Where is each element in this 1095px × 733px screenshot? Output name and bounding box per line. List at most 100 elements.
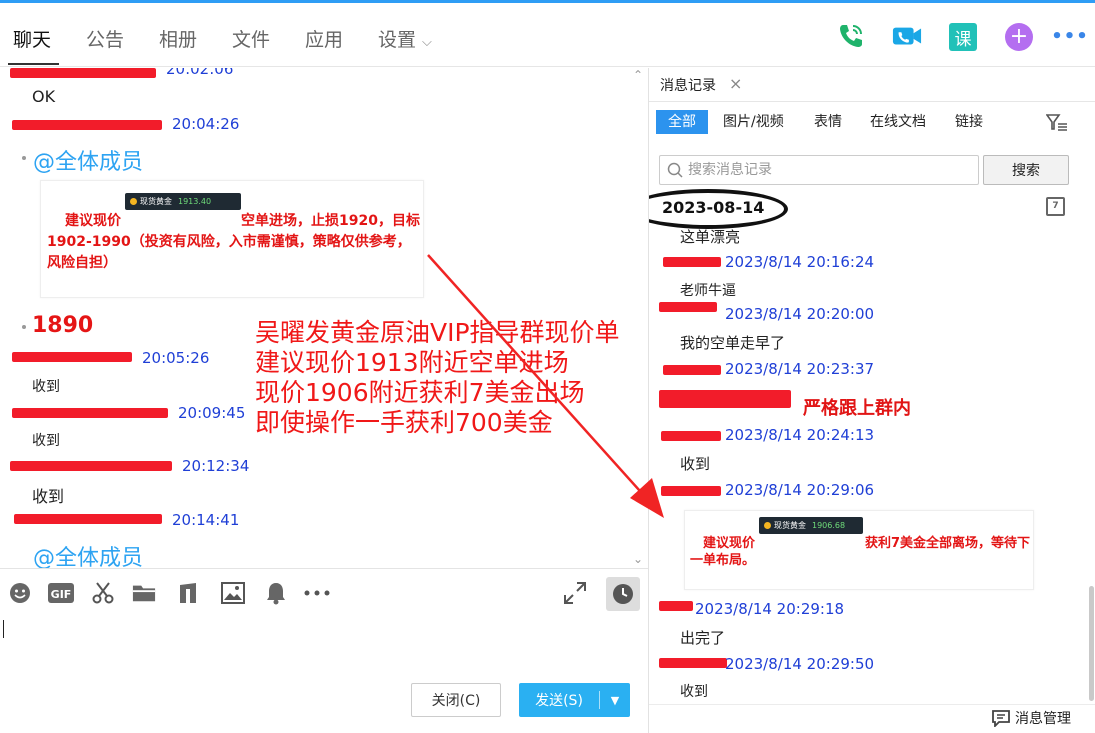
tab-settings[interactable]: 设置 ⌵ xyxy=(378,25,432,52)
history-message: 收到 xyxy=(680,455,711,473)
history-time: 2023/8/14 20:29:06 xyxy=(725,481,875,499)
close-icon[interactable]: × xyxy=(729,74,742,93)
close-button[interactable]: 关闭(C) xyxy=(411,683,501,717)
clock-icon[interactable] xyxy=(606,577,640,611)
bell-icon[interactable] xyxy=(264,581,288,605)
search-button[interactable]: 搜索 xyxy=(983,155,1069,185)
music-icon[interactable] xyxy=(176,581,200,605)
message-bullet xyxy=(22,325,26,329)
tab-files[interactable]: 文件 xyxy=(232,25,270,52)
emoji-icon[interactable] xyxy=(8,581,32,605)
redacted-sender xyxy=(659,390,791,408)
redacted-sender xyxy=(661,486,721,496)
redacted-sender xyxy=(659,658,727,668)
history-search xyxy=(659,155,979,185)
mention-all[interactable]: @全体成员 xyxy=(33,144,143,176)
calendar-icon[interactable]: 7 xyxy=(1046,197,1065,216)
course-icon[interactable]: 课 xyxy=(949,23,977,51)
chevron-down-icon: ⌵ xyxy=(422,35,432,50)
history-message: 收到 xyxy=(680,684,708,700)
message-manage-label: 消息管理 xyxy=(1015,711,1071,727)
card-line: 1902-1990（投资有风险，入市需谨慎，策略仅供参考， xyxy=(47,234,411,250)
gif-icon[interactable]: GIF xyxy=(48,581,74,605)
overlay-line: 建议现价1913附近空单进场 xyxy=(255,348,569,377)
search-icon xyxy=(667,162,683,178)
mention-all[interactable]: @全体成员 xyxy=(33,540,143,568)
message-time: 20:12:34 xyxy=(182,457,250,475)
history-scrollbar[interactable] xyxy=(1089,586,1094,701)
message-text: 收到 xyxy=(32,379,60,395)
tab-chat[interactable]: 聊天 xyxy=(13,25,51,52)
card-line: 风险自担） xyxy=(47,255,117,271)
collapse-up-icon[interactable]: ⌃ xyxy=(633,68,643,82)
message-manage-icon xyxy=(992,710,1010,727)
message-time: 20:04:26 xyxy=(172,115,240,133)
ticker-value: 1913.40 xyxy=(178,197,212,206)
card-line: 获利7美金全部离场，等待下 xyxy=(865,536,1031,551)
send-options-icon[interactable]: ▼ xyxy=(600,694,630,707)
history-message: 老师牛逼 xyxy=(680,283,736,299)
redacted-sender xyxy=(10,68,156,78)
message-time: 20:14:41 xyxy=(172,511,240,529)
message-bullet xyxy=(22,156,26,160)
gif-label: GIF xyxy=(51,588,72,601)
video-call-icon[interactable] xyxy=(892,21,922,51)
redacted-sender xyxy=(663,365,721,375)
folder-icon[interactable] xyxy=(132,581,156,605)
message-time: 20:02:06 xyxy=(166,68,234,78)
redacted-sender xyxy=(12,408,168,418)
history-time: 2023/8/14 20:16:24 xyxy=(725,253,875,271)
ticker-name: 现货黄金 xyxy=(774,521,806,530)
history-time: 2023/8/14 20:29:50 xyxy=(725,655,875,673)
history-time: 2023/8/14 20:23:37 xyxy=(725,360,875,378)
message-text: 收到 xyxy=(32,433,60,449)
filter-icon[interactable] xyxy=(1045,112,1068,134)
top-nav: 聊天 公告 相册 文件 应用 设置 ⌵ 课 + ••• xyxy=(0,3,1095,67)
composer-toolbar: GIF xyxy=(0,568,648,616)
tab-apps[interactable]: 应用 xyxy=(305,25,343,52)
expand-icon[interactable] xyxy=(563,581,587,605)
plus-icon[interactable]: + xyxy=(1005,23,1033,51)
ticker-badge: 现货黄金 1906.68 xyxy=(759,517,863,534)
more-icon[interactable] xyxy=(304,581,330,605)
message-input-area[interactable]: 关闭(C) 发送(S) ▼ xyxy=(0,616,648,733)
more-icon[interactable]: ••• xyxy=(1051,21,1088,51)
send-button[interactable]: 发送(S) ▼ xyxy=(519,683,630,717)
ticker-value: 1906.68 xyxy=(812,521,846,530)
history-message: 出完了 xyxy=(680,629,726,647)
scissors-icon[interactable] xyxy=(91,581,115,605)
message-text: 收到 xyxy=(32,487,65,506)
image-card[interactable]: 现货黄金 1913.40 建议现价 空单进场，止损1920，目标 1902-199… xyxy=(40,180,424,298)
filter-links[interactable]: 链接 xyxy=(955,110,983,134)
bottom-divider xyxy=(649,704,1095,705)
redacted-sender xyxy=(663,257,721,267)
filter-media[interactable]: 图片/视频 xyxy=(723,110,784,134)
tab-settings-label: 设置 xyxy=(378,29,417,51)
ticker-badge: 现货黄金 1913.40 xyxy=(125,193,241,210)
history-search-input[interactable] xyxy=(688,160,968,180)
image-icon[interactable] xyxy=(221,581,245,605)
message-text: 1890 xyxy=(32,313,94,338)
tab-album[interactable]: 相册 xyxy=(159,25,197,52)
filter-emoji[interactable]: 表情 xyxy=(814,110,842,134)
collapse-down-icon[interactable]: ⌄ xyxy=(633,552,643,566)
history-message: 严格跟上群内 xyxy=(803,398,911,419)
filter-all[interactable]: 全部 xyxy=(656,110,708,134)
overlay-line: 现价1906附近获利7美金出场 xyxy=(255,378,585,407)
message-history-panel: 消息记录 × 全部 图片/视频 表情 在线文档 链接 搜索 2023-08-14… xyxy=(649,68,1095,733)
redacted-sender xyxy=(14,514,162,524)
redacted-sender xyxy=(10,461,172,471)
history-message: 这单漂亮 xyxy=(680,228,741,246)
phone-icon[interactable] xyxy=(836,21,866,51)
history-tab[interactable]: 消息记录 xyxy=(660,75,716,95)
image-card[interactable]: 现货黄金 1906.68 建议现价 获利7美金全部离场，等待下 一单布局。 xyxy=(684,510,1034,590)
tab-announcement[interactable]: 公告 xyxy=(86,25,124,52)
redacted-sender xyxy=(12,352,132,362)
send-button-label: 发送(S) xyxy=(535,693,583,709)
text-caret xyxy=(3,620,4,638)
filter-docs[interactable]: 在线文档 xyxy=(870,110,926,134)
message-manage-button[interactable]: 消息管理 xyxy=(991,708,1071,728)
card-line: 建议现价 xyxy=(65,213,121,229)
tab-divider xyxy=(649,101,1095,102)
redacted-sender xyxy=(659,601,693,611)
